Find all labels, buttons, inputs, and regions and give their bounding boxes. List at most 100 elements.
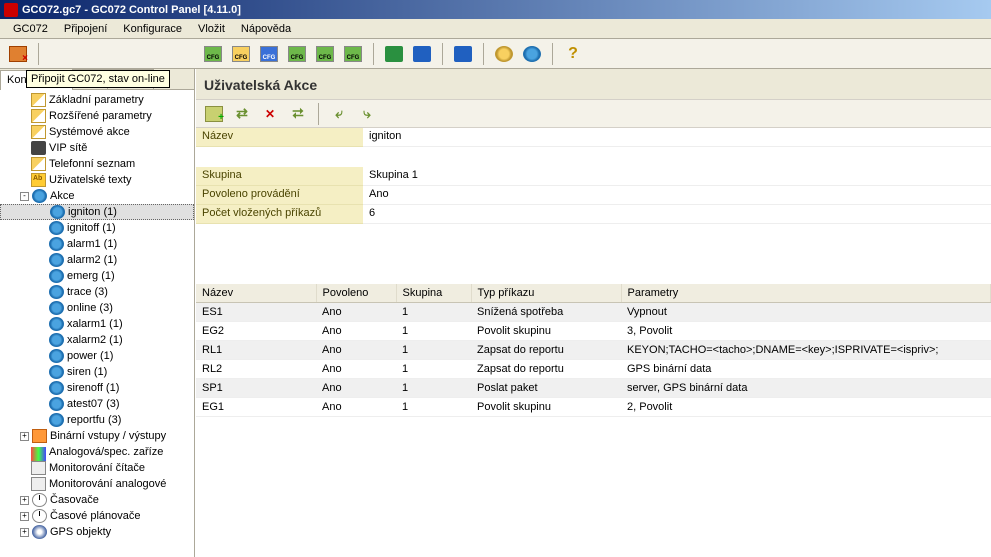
table-cell: RL2	[196, 360, 316, 379]
column-header[interactable]: Skupina	[396, 284, 471, 303]
tree-label: ignitoff (1)	[67, 222, 116, 234]
tree-item[interactable]: power (1)	[0, 348, 194, 364]
tree-item[interactable]: VIP sítě	[0, 140, 194, 156]
gear-blue-button[interactable]	[520, 42, 544, 66]
tree-item[interactable]: Rozšířené parametry	[0, 108, 194, 124]
menu-item[interactable]: Nápověda	[234, 21, 298, 37]
menu-item[interactable]: Vložit	[191, 21, 232, 37]
expander-icon[interactable]: +	[20, 496, 29, 505]
property-label: Skupina	[196, 167, 363, 186]
tree-item[interactable]: xalarm1 (1)	[0, 316, 194, 332]
main-toolbar: CFG CFG CFG CFG CFG CFG ? Připojit GC072…	[0, 39, 991, 69]
tree-icon	[49, 237, 64, 251]
tree-item[interactable]: Systémové akce	[0, 124, 194, 140]
tree-icon	[49, 349, 64, 363]
tree-item[interactable]: Monitorování analogové	[0, 476, 194, 492]
tree-item[interactable]: online (3)	[0, 300, 194, 316]
separator	[483, 43, 484, 65]
tree-label: Rozšířené parametry	[49, 110, 152, 122]
swap-button[interactable]: ⮂	[286, 102, 310, 126]
cfg-button-2[interactable]: CFG	[229, 42, 253, 66]
table-row[interactable]: RL1Ano1Zapsat do reportuKEYON;TACHO=<tac…	[196, 341, 991, 360]
tree-item[interactable]: atest07 (3)	[0, 396, 194, 412]
tree-label: Analogová/spec. zaříze	[49, 446, 163, 458]
tree-item[interactable]: xalarm2 (1)	[0, 332, 194, 348]
table-cell: Ano	[316, 379, 396, 398]
add-item-button[interactable]	[202, 102, 226, 126]
tree-item[interactable]: reportfu (3)	[0, 412, 194, 428]
tree-item[interactable]: Uživatelské texty	[0, 172, 194, 188]
expander-icon[interactable]: -	[20, 192, 29, 201]
expander-icon[interactable]: +	[20, 432, 29, 441]
tree-item[interactable]: +GPS objekty	[0, 524, 194, 540]
content-area: Uživatelská Akce ⇄ ✕ ⮂ ⤶ ⤷ Názevigniton …	[195, 69, 991, 557]
tree-item[interactable]: alarm1 (1)	[0, 236, 194, 252]
action-blue-2[interactable]	[451, 42, 475, 66]
table-cell: 1	[396, 322, 471, 341]
outdent-button[interactable]: ⤷	[355, 102, 379, 126]
tree-item[interactable]: Analogová/spec. zaříze	[0, 444, 194, 460]
cfg-button-1[interactable]: CFG	[201, 42, 225, 66]
tree-item[interactable]: igniton (1)	[0, 204, 194, 220]
table-cell: Snížená spotřeba	[471, 303, 621, 322]
table-cell: 1	[396, 379, 471, 398]
cfg-button-4[interactable]: CFG	[285, 42, 309, 66]
property-label: Název	[196, 128, 363, 147]
tree-item[interactable]: emerg (1)	[0, 268, 194, 284]
tree-icon	[49, 221, 64, 235]
menu-item[interactable]: Připojení	[57, 21, 114, 37]
menubar: GC072PřipojeníKonfiguraceVložitNápověda	[0, 19, 991, 39]
tree-item[interactable]: alarm2 (1)	[0, 252, 194, 268]
help-button[interactable]: ?	[561, 42, 585, 66]
tree-item[interactable]: Základní parametry	[0, 92, 194, 108]
tree-item[interactable]: +Časovače	[0, 492, 194, 508]
action-green[interactable]	[382, 42, 406, 66]
tree-item[interactable]: sirenoff (1)	[0, 380, 194, 396]
gear-yellow-button[interactable]	[492, 42, 516, 66]
tree-item[interactable]: ignitoff (1)	[0, 220, 194, 236]
tree-label: Systémové akce	[49, 126, 130, 138]
titlebar: GCO72.gc7 - GC072 Control Panel [4.11.0]	[0, 0, 991, 19]
table-cell: GPS binární data	[621, 360, 991, 379]
menu-item[interactable]: Konfigurace	[116, 21, 189, 37]
tree-icon	[49, 301, 64, 315]
tree-item[interactable]: Monitorování čítače	[0, 460, 194, 476]
property-value: 6	[363, 205, 991, 224]
column-header[interactable]: Typ příkazu	[471, 284, 621, 303]
table-row[interactable]: ES1Ano1Snížená spotřebaVypnout	[196, 303, 991, 322]
property-label: Povoleno provádění	[196, 186, 363, 205]
column-header[interactable]: Parametry	[621, 284, 991, 303]
tree-label: Binární vstupy / výstupy	[50, 430, 166, 442]
expander-icon[interactable]: +	[20, 528, 29, 537]
cfg-button-6[interactable]: CFG	[341, 42, 365, 66]
tree-item[interactable]: Telefonní seznam	[0, 156, 194, 172]
table-cell: 3, Povolit	[621, 322, 991, 341]
section-title: Uživatelská Akce	[196, 69, 991, 100]
connect-button[interactable]	[6, 42, 30, 66]
edit-item-button[interactable]: ⇄	[230, 102, 254, 126]
table-row[interactable]: EG2Ano1Povolit skupinu3, Povolit	[196, 322, 991, 341]
tree-label: atest07 (3)	[67, 398, 120, 410]
menu-item[interactable]: GC072	[6, 21, 55, 37]
indent-button[interactable]: ⤶	[327, 102, 351, 126]
tree-item[interactable]: + Binární vstupy / výstupy	[0, 428, 194, 444]
column-header[interactable]: Název	[196, 284, 316, 303]
table-row[interactable]: RL2Ano1Zapsat do reportuGPS binární data	[196, 360, 991, 379]
table-cell: Ano	[316, 398, 396, 417]
action-blue[interactable]	[410, 42, 434, 66]
tree-item[interactable]: siren (1)	[0, 364, 194, 380]
tree-item[interactable]: +Časové plánovače	[0, 508, 194, 524]
cfg-button-5[interactable]: CFG	[313, 42, 337, 66]
table-row[interactable]: SP1Ano1Poslat paketserver, GPS binární d…	[196, 379, 991, 398]
tree-item[interactable]: trace (3)	[0, 284, 194, 300]
separator	[552, 43, 553, 65]
table-cell: Vypnout	[621, 303, 991, 322]
property-value[interactable]: igniton	[363, 128, 991, 147]
column-header[interactable]: Povoleno	[316, 284, 396, 303]
table-cell: ES1	[196, 303, 316, 322]
cfg-button-3[interactable]: CFG	[257, 42, 281, 66]
delete-item-button[interactable]: ✕	[258, 102, 282, 126]
expander-icon[interactable]: +	[20, 512, 29, 521]
tree-item[interactable]: -Akce	[0, 188, 194, 204]
table-row[interactable]: EG1Ano1Povolit skupinu2, Povolit	[196, 398, 991, 417]
